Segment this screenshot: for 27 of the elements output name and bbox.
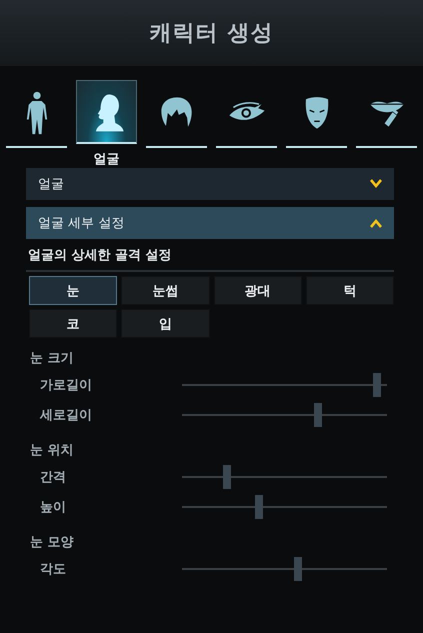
part-button[interactable]: 눈 <box>29 276 118 305</box>
tab-label: 얼굴 <box>94 151 120 168</box>
slider-thumb[interactable] <box>254 495 263 519</box>
slider-thumb[interactable] <box>294 557 302 581</box>
slider-thumb[interactable] <box>223 465 232 489</box>
chevron-icon <box>370 179 382 189</box>
slider-label: 세로길이 <box>38 407 93 424</box>
part-button[interactable]: 턱 <box>306 276 394 305</box>
slider-label: 가로길이 <box>39 377 93 394</box>
group-title: 눈 모양 <box>30 534 75 552</box>
part-button[interactable]: 눈썹 <box>121 276 210 305</box>
section-header[interactable]: 얼굴 세부 설정 <box>26 207 394 239</box>
part-button[interactable]: 광대 <box>214 276 302 305</box>
section-subtitle: 얼굴의 상세한 골격 설정 <box>26 246 394 272</box>
part-button[interactable]: 입 <box>121 309 210 338</box>
group-title: 눈 크기 <box>30 350 75 368</box>
slider-thumb[interactable] <box>314 403 322 427</box>
slider-label: 높이 <box>39 499 67 516</box>
section-header[interactable]: 얼굴 <box>26 168 394 200</box>
slider-label: 각도 <box>39 561 67 578</box>
slider-thumb[interactable] <box>373 373 382 397</box>
part-button[interactable]: 코 <box>29 309 118 338</box>
window-title: 캐릭터 생성 <box>150 20 274 48</box>
group-title: 눈 위치 <box>30 442 75 460</box>
category-tab[interactable] <box>76 80 137 144</box>
slider-label: 간격 <box>39 469 67 486</box>
chevron-icon <box>370 218 382 228</box>
